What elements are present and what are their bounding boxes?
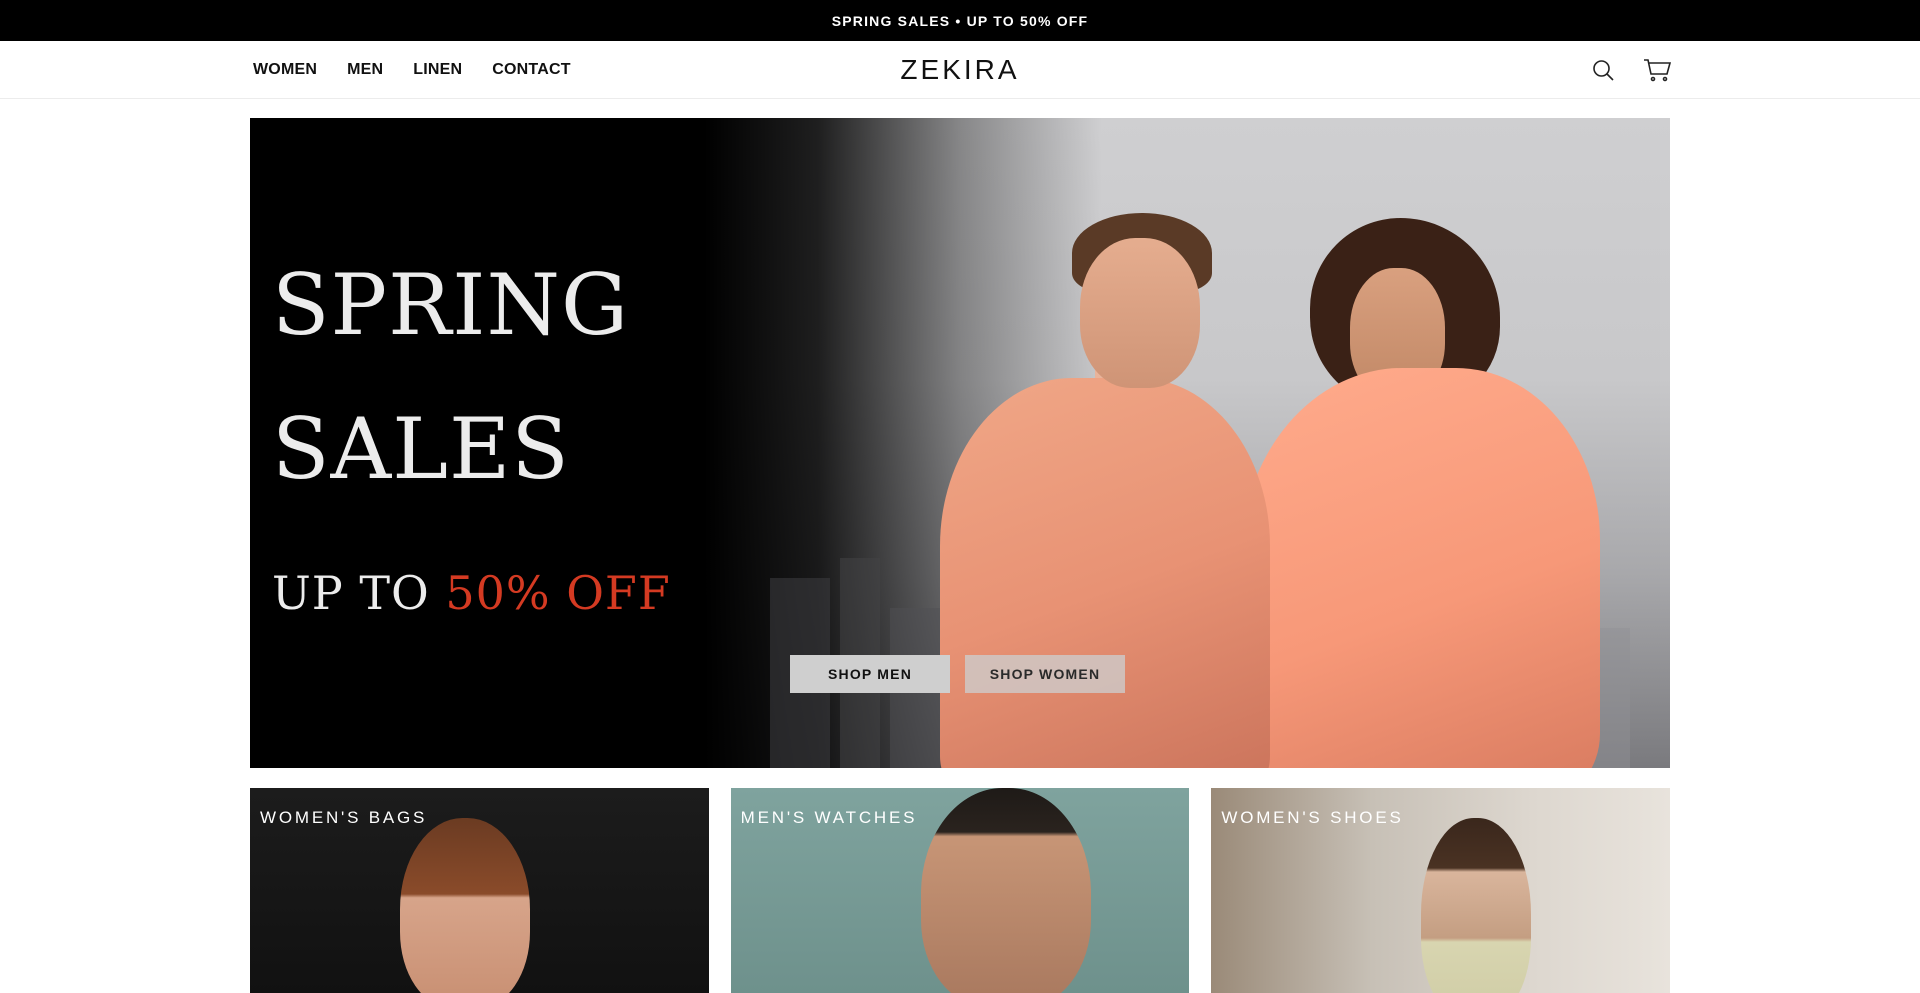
- hero-title-line1: SPRING: [272, 256, 630, 354]
- hero-title-line2: SALES: [272, 400, 570, 498]
- category-label: WOMEN'S SHOES: [1221, 808, 1404, 827]
- model-man-coat: [940, 378, 1270, 768]
- model-image: [1421, 818, 1532, 993]
- nav-item-linen[interactable]: LINEN: [413, 41, 462, 99]
- category-card-womens-bags[interactable]: WOMEN'S BAGS: [250, 788, 709, 993]
- main-nav: WOMEN MEN LINEN CONTACT: [253, 41, 601, 99]
- model-woman-coat: [1240, 368, 1600, 768]
- category-label: MEN'S WATCHES: [740, 808, 918, 827]
- nav-item-contact[interactable]: CONTACT: [492, 41, 570, 99]
- search-icon[interactable]: [1589, 56, 1617, 84]
- cart-icon[interactable]: [1643, 56, 1671, 84]
- model-image: [400, 818, 530, 993]
- category-card-mens-watches[interactable]: MEN'S WATCHES: [730, 788, 1190, 993]
- hero-discount-accent: 50% OFF: [445, 566, 671, 620]
- model-image: [920, 788, 1091, 993]
- category-card-womens-shoes[interactable]: WOMEN'S SHOES: [1211, 788, 1671, 993]
- site-logo[interactable]: ZEKIRA: [900, 54, 1019, 86]
- hero-banner: SPRING SALES UP TO 50% OFF SHOP MEN SHOP…: [250, 118, 1670, 768]
- hero-buttons: SHOP MEN SHOP WOMEN: [790, 655, 1125, 693]
- site-header: WOMEN MEN LINEN CONTACT ZEKIRA: [0, 41, 1920, 99]
- nav-item-women[interactable]: WOMEN: [253, 41, 317, 99]
- nav-item-men[interactable]: MEN: [347, 41, 383, 99]
- hero-title-line3: UP TO 50% OFF: [272, 566, 671, 620]
- hero-discount-prefix: UP TO: [272, 566, 446, 620]
- category-label: WOMEN'S BAGS: [260, 808, 428, 827]
- announcement-bar: SPRING SALES • UP TO 50% OFF: [0, 0, 1920, 41]
- header-icons: [1589, 41, 1671, 99]
- announcement-text: SPRING SALES • UP TO 50% OFF: [831, 12, 1089, 29]
- category-grid: WOMEN'S BAGS MEN'S WATCHES WOMEN'S SHOES: [250, 788, 1671, 993]
- model-man-face: [1080, 238, 1200, 388]
- shop-women-button[interactable]: SHOP WOMEN: [965, 655, 1125, 693]
- shop-men-button[interactable]: SHOP MEN: [790, 655, 950, 693]
